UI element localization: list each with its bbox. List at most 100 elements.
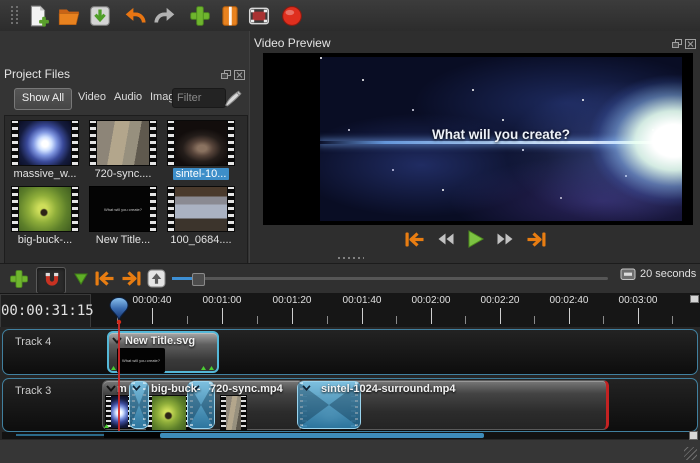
playhead-timecode: 00:00:31:15: [0, 294, 94, 328]
snapping-toggle-button[interactable]: [36, 267, 66, 294]
ruler-minor-tick: [396, 316, 397, 324]
list-item[interactable]: What will you create? New Title...: [85, 186, 161, 246]
filter-video-button[interactable]: Video: [78, 91, 106, 103]
previous-marker-icon[interactable]: [94, 270, 115, 287]
file-label: big-buck-...: [17, 234, 73, 246]
jump-to-start-button[interactable]: [404, 231, 425, 248]
video-preview-title: Video Preview: [254, 36, 331, 50]
ruler-minor-tick: [257, 316, 258, 324]
timeline-zoom-slider[interactable]: [172, 273, 608, 286]
clip-new-title[interactable]: New Title.svg What will you create?: [107, 331, 219, 373]
clip-label: big-buck-: [151, 383, 201, 395]
close-panel-icon[interactable]: [234, 70, 245, 80]
list-item[interactable]: 100_0684....: [163, 186, 239, 246]
add-track-icon[interactable]: [8, 268, 30, 290]
ruler-minor-tick: [603, 316, 604, 324]
open-project-icon[interactable]: [57, 4, 81, 28]
ruler-minor-tick: [672, 316, 673, 324]
chevron-down-icon[interactable]: [132, 385, 141, 391]
razor-icon[interactable]: [218, 4, 242, 28]
track-name: Track 3: [15, 385, 52, 397]
file-thumbnail: [167, 120, 235, 166]
import-files-icon[interactable]: [188, 4, 212, 28]
ruler-minor-tick: [465, 316, 466, 324]
toolbar-grip-handle[interactable]: [10, 6, 19, 25]
add-marker-icon[interactable]: [73, 272, 89, 286]
scrollbar-thumb[interactable]: [160, 433, 484, 438]
filter-audio-button[interactable]: Audio: [114, 91, 142, 103]
status-bar: [0, 440, 700, 463]
keyframe-marker: [111, 366, 116, 370]
choose-profile-icon[interactable]: [247, 4, 271, 28]
zoom-scale-icon: [620, 268, 636, 281]
timeline-tracks-area: Track 4 New Title.svg What will you crea…: [0, 327, 700, 440]
chevron-down-icon[interactable]: [106, 385, 116, 392]
project-files-title: Project Files: [4, 67, 71, 81]
undo-icon[interactable]: [123, 4, 147, 28]
track-4-row: Track 4 New Title.svg What will you crea…: [2, 329, 698, 375]
file-label: 100_0684....: [170, 234, 232, 246]
file-label: New Title...: [95, 234, 151, 246]
window-resize-grip[interactable]: [684, 447, 697, 460]
list-item[interactable]: 720-sync....: [85, 120, 161, 180]
undock-panel-icon[interactable]: [221, 70, 232, 80]
rewind-button[interactable]: [436, 232, 455, 246]
next-marker-icon[interactable]: [121, 270, 142, 287]
clip-thumbnail: [146, 395, 192, 431]
chevron-down-icon[interactable]: [302, 385, 311, 391]
timeline-ruler-row: 00:00:31:15 00:00:40 00:01:00 00:01:20 0…: [0, 293, 700, 328]
fast-forward-button[interactable]: [496, 232, 515, 246]
file-thumbnail: [89, 120, 157, 166]
save-project-icon[interactable]: [88, 4, 112, 28]
list-item[interactable]: big-buck-...: [7, 186, 83, 246]
export-video-icon[interactable]: [280, 4, 304, 28]
filter-show-all-button[interactable]: Show All: [14, 88, 72, 110]
redo-icon[interactable]: [153, 4, 177, 28]
new-project-icon[interactable]: [26, 4, 50, 28]
keyframe-marker: [201, 366, 206, 370]
video-preview-display: What will you create?: [263, 53, 693, 225]
clip-thumbnail: What will you create?: [117, 348, 165, 373]
file-label: 720-sync....: [94, 168, 152, 180]
title-thumb-text: What will you create?: [103, 206, 142, 212]
clip-label: 720-sync.mp4: [210, 383, 283, 395]
chevron-down-icon[interactable]: [112, 337, 122, 344]
clip-label: sintel-1024-surround.mp4: [321, 383, 456, 395]
keyframe-marker: [209, 366, 214, 370]
timeline-toolbar: 20 seconds: [0, 263, 700, 294]
timeline-ruler[interactable]: 00:00:40 00:01:00 00:01:20 00:01:40 00:0…: [90, 293, 700, 327]
clip-thumbnail: [220, 395, 247, 431]
playback-controls: [250, 227, 700, 251]
center-playhead-icon[interactable]: [147, 269, 166, 288]
ruler-minor-tick: [534, 316, 535, 324]
scrollbar-track-line: [16, 434, 106, 436]
playhead-marker[interactable]: [108, 296, 130, 325]
zoom-level-label: 20 seconds: [640, 268, 697, 280]
horizontal-splitter-handle[interactable]: [338, 256, 364, 260]
timeline-horizontal-scrollbar[interactable]: [2, 432, 698, 439]
file-label: massive_w...: [13, 168, 77, 180]
zoom-slider-handle[interactable]: [192, 273, 205, 286]
clip-label: New Title.svg: [125, 335, 196, 347]
filter-input[interactable]: [172, 88, 226, 108]
track-name: Track 4: [15, 336, 52, 348]
video-overlay-text: What will you create?: [431, 127, 571, 142]
vertical-scrollbar-top[interactable]: [690, 295, 699, 303]
list-item[interactable]: massive_w...: [7, 120, 83, 180]
stars-decoration: [320, 57, 322, 59]
clear-filter-brush-icon[interactable]: [223, 88, 243, 108]
list-item-selected[interactable]: sintel-10...: [163, 120, 239, 180]
file-thumbnail: [11, 120, 79, 166]
file-thumbnail: What will you create?: [89, 186, 157, 232]
file-thumbnail: [167, 186, 235, 232]
undock-panel-icon[interactable]: [672, 39, 683, 49]
play-button[interactable]: [466, 229, 485, 249]
transition-1[interactable]: [129, 381, 149, 429]
file-thumbnail: [11, 186, 79, 232]
close-panel-icon[interactable]: [685, 39, 696, 49]
jump-to-end-button[interactable]: [526, 231, 547, 248]
track-3-row: Track 3 m big-buck- 720-sync.mp4 sintel-…: [2, 378, 698, 432]
video-frame: What will you create?: [320, 57, 682, 221]
project-files-panel: Project Files Show All Video Audio Image…: [0, 31, 250, 292]
vertical-scrollbar-bottom[interactable]: [689, 431, 698, 440]
